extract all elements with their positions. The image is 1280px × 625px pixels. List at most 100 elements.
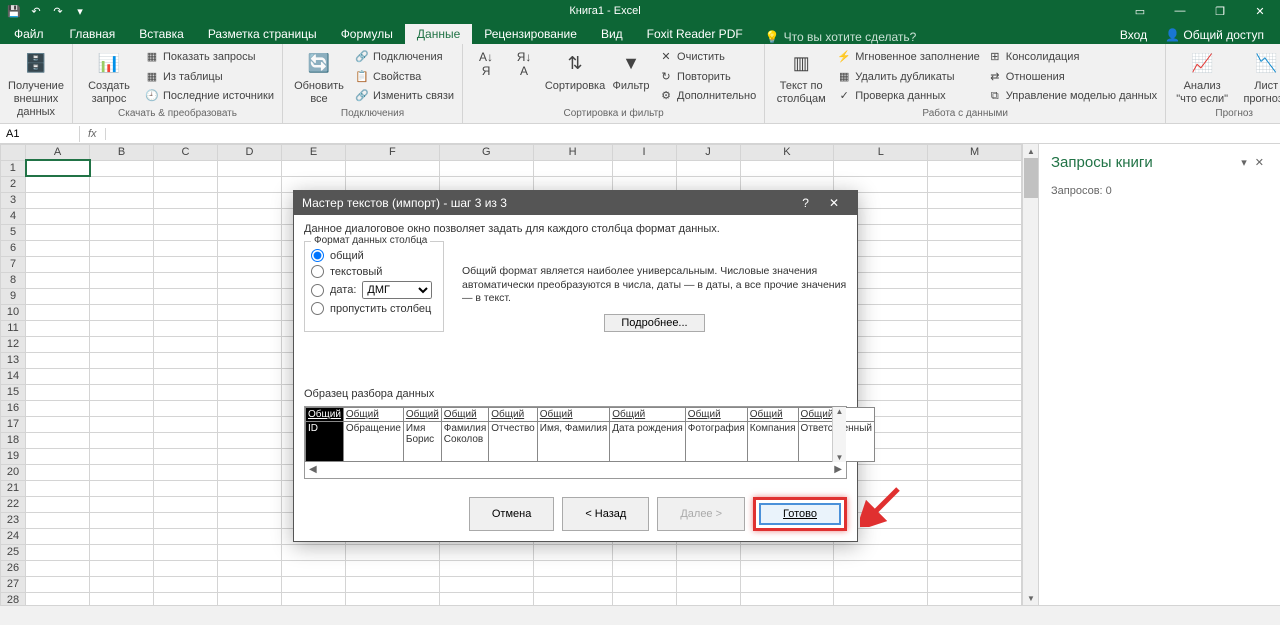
preview-cell[interactable]: Фотография (685, 421, 747, 461)
cell[interactable] (154, 336, 218, 352)
cell[interactable] (928, 368, 1022, 384)
cell[interactable] (26, 352, 90, 368)
cell[interactable] (218, 224, 282, 240)
cell[interactable] (928, 416, 1022, 432)
cell[interactable] (928, 592, 1022, 605)
preview-cell[interactable]: Компания (747, 421, 798, 461)
cell[interactable] (90, 416, 154, 432)
row-header[interactable]: 10 (1, 304, 26, 320)
col-header[interactable]: K (740, 145, 834, 161)
row-header[interactable]: 4 (1, 208, 26, 224)
cell[interactable] (533, 592, 612, 605)
cell[interactable] (90, 448, 154, 464)
preview-cell[interactable]: Обращение (343, 421, 403, 461)
cell[interactable] (90, 256, 154, 272)
cell[interactable] (928, 192, 1022, 208)
preview-scroll-left-icon[interactable]: ◀ (309, 464, 317, 475)
cell[interactable] (154, 432, 218, 448)
fx-icon[interactable]: fx (80, 128, 106, 140)
get-external-data-button[interactable]: 🗄️ Получение внешних данных (6, 48, 66, 120)
redo-icon[interactable]: ↷ (48, 1, 68, 21)
cell[interactable] (740, 560, 834, 576)
cell[interactable] (90, 176, 154, 192)
cell[interactable] (218, 160, 282, 176)
cell[interactable] (218, 496, 282, 512)
row-header[interactable]: 20 (1, 464, 26, 480)
cell[interactable] (533, 560, 612, 576)
cell[interactable] (218, 512, 282, 528)
cell[interactable] (218, 416, 282, 432)
cell[interactable] (90, 432, 154, 448)
cell[interactable] (26, 288, 90, 304)
reapply-button[interactable]: ↻Повторить (657, 68, 758, 87)
cell[interactable] (928, 208, 1022, 224)
row-header[interactable]: 5 (1, 224, 26, 240)
cell[interactable] (90, 224, 154, 240)
cell[interactable] (218, 592, 282, 605)
dialog-close-icon[interactable]: ✕ (819, 194, 849, 212)
row-header[interactable]: 9 (1, 288, 26, 304)
preview-col-header[interactable]: Общий (747, 407, 798, 421)
cell[interactable] (26, 592, 90, 605)
cell[interactable] (612, 560, 676, 576)
radio-general[interactable]: общий (311, 249, 437, 262)
cell[interactable] (218, 464, 282, 480)
minimize-icon[interactable]: — (1160, 0, 1200, 22)
row-header[interactable]: 24 (1, 528, 26, 544)
cell[interactable] (154, 224, 218, 240)
cell[interactable] (26, 368, 90, 384)
preview-scroll-up-icon[interactable]: ▲ (836, 407, 844, 416)
cell[interactable] (26, 208, 90, 224)
cell[interactable] (154, 288, 218, 304)
col-header[interactable]: F (346, 145, 440, 161)
cell[interactable] (154, 480, 218, 496)
cell[interactable] (834, 560, 928, 576)
cell[interactable] (218, 448, 282, 464)
from-table-button[interactable]: ▦Из таблицы (143, 68, 276, 87)
cell[interactable] (282, 560, 346, 576)
cell[interactable] (26, 432, 90, 448)
col-header[interactable]: B (90, 145, 154, 161)
cell[interactable] (928, 384, 1022, 400)
cell[interactable] (834, 576, 928, 592)
cell[interactable] (90, 352, 154, 368)
forecast-sheet-button[interactable]: 📉 Лист прогноза (1236, 48, 1280, 106)
cell[interactable] (928, 240, 1022, 256)
cell[interactable] (90, 496, 154, 512)
cell[interactable] (154, 512, 218, 528)
cell[interactable] (218, 400, 282, 416)
cell[interactable] (154, 208, 218, 224)
advanced-filter-button[interactable]: ⚙Дополнительно (657, 87, 758, 106)
row-header[interactable]: 25 (1, 544, 26, 560)
cell[interactable] (154, 384, 218, 400)
cell[interactable] (928, 544, 1022, 560)
row-header[interactable]: 28 (1, 592, 26, 605)
cell[interactable] (346, 544, 440, 560)
preview-cell[interactable]: Имя, Фамилия (537, 421, 610, 461)
cell[interactable] (218, 272, 282, 288)
cell[interactable] (26, 336, 90, 352)
cell[interactable] (90, 512, 154, 528)
cell[interactable] (928, 432, 1022, 448)
preview-cell[interactable]: Имя Борис (403, 421, 441, 461)
dialog-titlebar[interactable]: Мастер текстов (импорт) - шаг 3 из 3 ? ✕ (294, 191, 857, 215)
cell[interactable] (154, 544, 218, 560)
col-header[interactable]: E (282, 145, 346, 161)
formula-input[interactable] (106, 126, 1280, 142)
col-header[interactable]: G (439, 145, 533, 161)
cell[interactable] (740, 592, 834, 605)
cell[interactable] (928, 336, 1022, 352)
cell[interactable] (218, 320, 282, 336)
sort-button[interactable]: ⇅ Сортировка (545, 48, 605, 93)
cell[interactable] (154, 560, 218, 576)
cell[interactable] (154, 416, 218, 432)
row-header[interactable]: 12 (1, 336, 26, 352)
finish-button[interactable]: Готово (759, 503, 841, 525)
cell[interactable] (90, 272, 154, 288)
panel-close-icon[interactable]: ✕ (1251, 156, 1268, 169)
cell[interactable] (90, 544, 154, 560)
cell[interactable] (26, 576, 90, 592)
show-queries-button[interactable]: ▦Показать запросы (143, 48, 276, 67)
preview-scroll-right-icon[interactable]: ▶ (834, 464, 842, 475)
preview-cell[interactable]: Дата рождения (610, 421, 686, 461)
